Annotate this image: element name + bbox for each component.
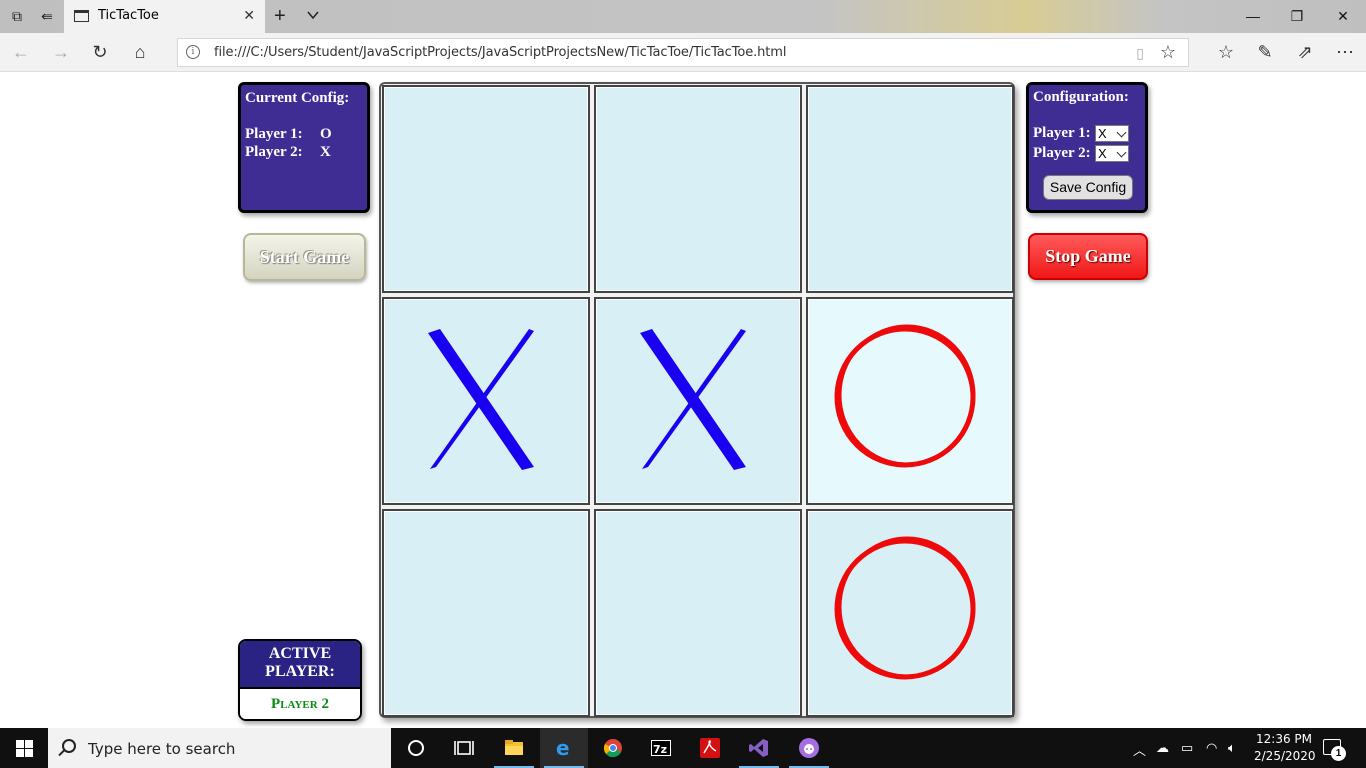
onedrive-icon[interactable]: ☁ — [1156, 740, 1169, 756]
tab-actions-icon[interactable]: ⧉ — [8, 8, 26, 24]
board-cell[interactable] — [594, 297, 802, 505]
o-mark — [834, 324, 976, 468]
forward-arrow-icon[interactable]: → — [50, 41, 72, 63]
clock-date: 2/25/2020 — [1254, 749, 1316, 763]
active-player-heading-line1: ACTIVE — [268, 645, 332, 662]
battery-icon[interactable]: ▭ — [1181, 740, 1193, 756]
cortana-icon[interactable] — [392, 728, 440, 768]
home-icon[interactable]: ⌂ — [129, 41, 151, 63]
configuration-title: Configuration: — [1033, 89, 1129, 105]
board-cell[interactable] — [806, 85, 1014, 293]
acrobat-icon[interactable] — [686, 728, 734, 768]
stop-game-button[interactable]: Stop Game — [1028, 233, 1148, 280]
edge-icon[interactable]: e — [540, 728, 588, 768]
player1-select[interactable]: X — [1095, 124, 1129, 142]
o-mark — [834, 536, 976, 680]
favorite-star-icon[interactable]: ☆ — [1160, 42, 1176, 63]
chevron-down-icon — [1116, 127, 1127, 137]
player1-select-value: X — [1098, 125, 1107, 141]
tab-title: TicTacToe — [98, 8, 159, 23]
notification-count-badge: 1 — [1331, 746, 1346, 761]
board-cell[interactable] — [594, 509, 802, 717]
windows-taskbar: Type here to search e 7z ︿ ☁ ▭ ◠ 🔈︎ 12:3… — [0, 728, 1366, 768]
taskbar-search-box[interactable]: Type here to search — [48, 728, 391, 768]
info-icon[interactable]: i — [186, 45, 200, 59]
restore-icon[interactable]: ❐ — [1287, 6, 1307, 26]
address-text[interactable]: file:///C:/Users/Student/JavaScriptProje… — [214, 45, 786, 60]
board-cell[interactable] — [806, 297, 1014, 505]
windows-start-icon[interactable] — [16, 740, 33, 757]
current-config-panel: Current Config: Player 1: O Player 2: X — [238, 82, 370, 213]
board-cell[interactable] — [806, 509, 1014, 717]
save-config-button[interactable]: Save Config — [1043, 175, 1133, 200]
tab-tictactoe[interactable]: TicTacToe ✕ — [64, 0, 265, 33]
file-explorer-icon[interactable] — [490, 728, 538, 768]
chevron-down-icon — [1116, 147, 1127, 157]
search-icon — [62, 739, 76, 753]
task-view-icon[interactable] — [440, 728, 488, 768]
page-icon — [74, 10, 89, 22]
pen-icon[interactable]: ✎ — [1254, 41, 1276, 63]
new-tab-icon[interactable]: + — [274, 5, 286, 28]
favorites-list-icon[interactable]: ☆ — [1215, 41, 1237, 63]
svg-text:7z: 7z — [653, 743, 667, 756]
x-mark — [640, 329, 746, 470]
minimize-icon[interactable]: — — [1243, 6, 1263, 26]
browser-title-bar: ⧉ ⇚ TicTacToe ✕ + — ❐ ✕ — [0, 0, 1366, 33]
board-cell[interactable] — [382, 509, 590, 717]
search-placeholder[interactable]: Type here to search — [88, 740, 235, 758]
set-aside-tabs-icon[interactable]: ⇚ — [38, 8, 56, 24]
address-bar[interactable]: i file:///C:/Users/Student/JavaScriptPro… — [177, 38, 1189, 67]
active-player-heading: ACTIVE PLAYER: — [240, 641, 360, 689]
svg-text:e: e — [556, 738, 570, 758]
config-player1-label: Player 1: — [1033, 124, 1091, 141]
close-tab-icon[interactable]: ✕ — [243, 7, 255, 24]
more-icon[interactable]: ⋯ — [1334, 41, 1356, 63]
x-mark — [428, 329, 534, 470]
current-player2-value: X — [320, 144, 331, 160]
reading-view-icon[interactable]: ▯ — [1136, 45, 1144, 62]
start-game-button[interactable]: Start Game — [243, 233, 366, 281]
game-board — [379, 82, 1015, 718]
visual-studio-icon[interactable] — [735, 728, 783, 768]
taskbar-clock[interactable]: 12:36 PM 2/25/2020 — [1254, 731, 1316, 765]
share-icon[interactable]: ⇗ — [1294, 41, 1316, 63]
board-cell[interactable] — [382, 297, 590, 505]
chrome-icon[interactable] — [589, 728, 637, 768]
board-cell[interactable] — [382, 85, 590, 293]
player2-select-value: X — [1098, 145, 1107, 161]
board-cell[interactable] — [594, 85, 802, 293]
github-desktop-icon[interactable] — [785, 728, 833, 768]
close-window-icon[interactable]: ✕ — [1333, 6, 1353, 26]
active-player-panel: ACTIVE PLAYER: Player 2 — [238, 639, 362, 721]
browser-nav-bar: ← → ↻ ⌂ i file:///C:/Users/Student/JavaS… — [0, 33, 1366, 72]
current-player1-value: O — [320, 126, 332, 142]
chevron-down-icon[interactable] — [306, 8, 320, 22]
config-player2-label: Player 2: — [1033, 144, 1091, 161]
configuration-panel: Configuration: Player 1: X Player 2: X S… — [1026, 82, 1148, 213]
active-player-value: Player 2 — [240, 689, 360, 719]
show-hidden-icons-chevron-icon[interactable]: ︿ — [1133, 740, 1146, 759]
current-player2-label: Player 2: — [245, 144, 303, 160]
clock-time: 12:36 PM — [1256, 732, 1312, 746]
refresh-icon[interactable]: ↻ — [89, 41, 111, 63]
current-config-title: Current Config: — [245, 90, 350, 106]
back-arrow-icon[interactable]: ← — [10, 41, 32, 63]
current-player1-label: Player 1: — [245, 126, 303, 142]
active-player-heading-line2: PLAYER: — [265, 663, 335, 680]
player2-select[interactable]: X — [1095, 144, 1129, 162]
volume-icon[interactable]: 🔈︎ — [1228, 740, 1236, 756]
wifi-icon[interactable]: ◠ — [1206, 740, 1217, 756]
7zip-icon[interactable]: 7z — [637, 728, 685, 768]
